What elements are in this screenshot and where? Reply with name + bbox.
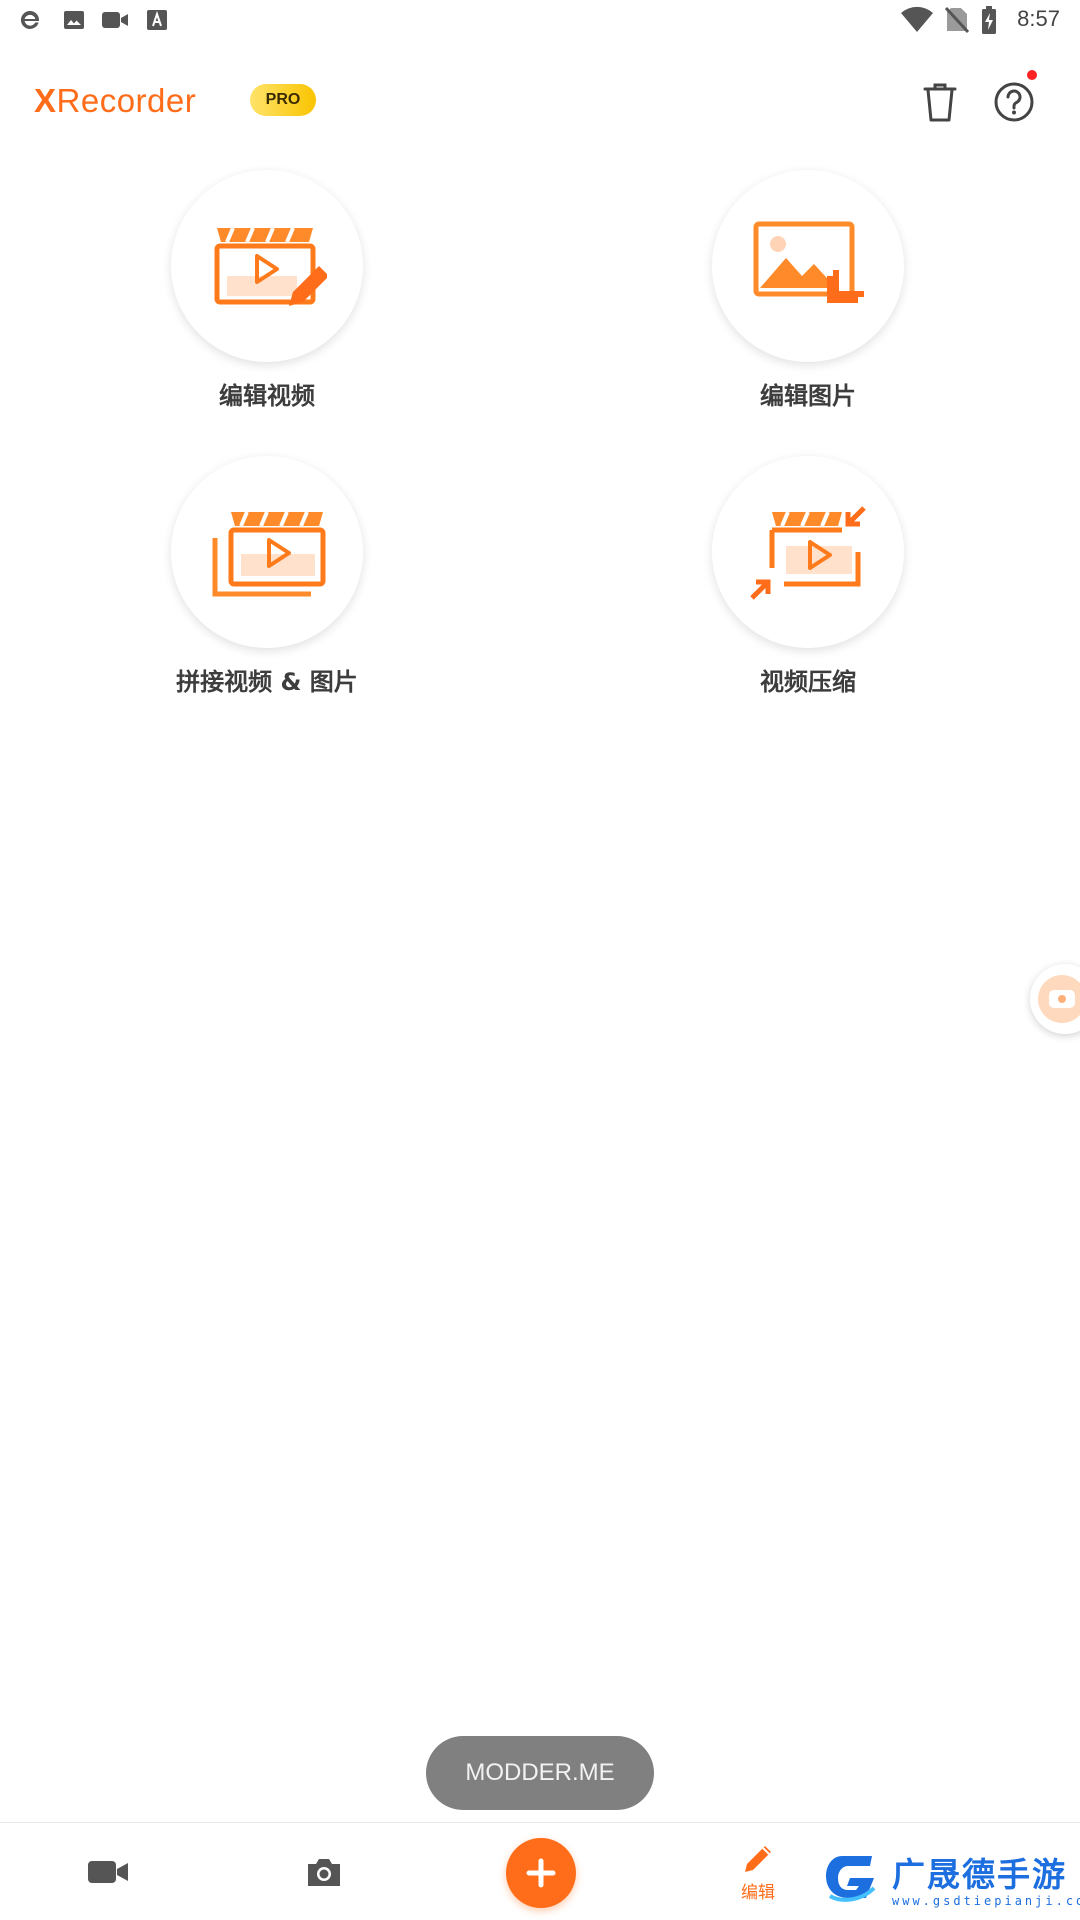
tool-edit-image-label: 编辑图片 bbox=[760, 382, 856, 410]
help-icon bbox=[994, 82, 1034, 122]
watermark: 广晟德手游 www.gsdtiepianji.com bbox=[820, 1846, 1080, 1916]
battery-charging-icon bbox=[982, 6, 996, 34]
edit-icon bbox=[745, 1845, 771, 1872]
trash-icon bbox=[923, 83, 957, 122]
tool-compress-circle[interactable] bbox=[712, 456, 904, 648]
tool-edit-image-circle[interactable] bbox=[712, 170, 904, 362]
video-camera-icon bbox=[102, 12, 128, 28]
compress-video-icon bbox=[750, 506, 866, 600]
watermark-text: 广晟德手游 bbox=[892, 1855, 1067, 1894]
help-button[interactable] bbox=[986, 74, 1042, 130]
nav-add-button[interactable] bbox=[506, 1838, 576, 1908]
merge-video-image-icon bbox=[212, 511, 326, 597]
app-header: XRecorder PRO bbox=[0, 60, 1080, 140]
wifi-icon bbox=[901, 6, 933, 32]
tool-merge-video-image[interactable]: 拼接视频 & 图片 bbox=[117, 456, 417, 697]
toast-message: MODDER.ME bbox=[426, 1736, 654, 1810]
tool-edit-video-label: 编辑视频 bbox=[219, 382, 315, 410]
no-sim-icon bbox=[944, 6, 970, 34]
app-logo-x: X bbox=[34, 82, 57, 119]
tool-compress-video[interactable]: 视频压缩 bbox=[658, 456, 958, 697]
add-icon bbox=[526, 1858, 556, 1888]
edit-image-icon bbox=[753, 221, 864, 303]
tool-merge-circle[interactable] bbox=[171, 456, 363, 648]
edit-video-icon bbox=[214, 227, 327, 306]
camera-icon bbox=[308, 1859, 340, 1886]
notification-dot bbox=[1027, 70, 1037, 80]
trash-button[interactable] bbox=[912, 74, 968, 130]
nav-screenshot[interactable] bbox=[294, 1823, 354, 1920]
tool-edit-video-circle[interactable] bbox=[171, 170, 363, 362]
floating-record-inner bbox=[1038, 975, 1080, 1023]
browser-icon bbox=[20, 10, 40, 29]
text-icon bbox=[147, 10, 167, 30]
image-icon bbox=[64, 11, 84, 29]
status-bar: 8:57 bbox=[0, 0, 1080, 42]
nav-record[interactable] bbox=[78, 1823, 138, 1920]
tool-merge-label: 拼接视频 & 图片 bbox=[176, 668, 358, 696]
floating-record-icon bbox=[1049, 990, 1075, 1008]
nav-edit-label: 编辑 bbox=[741, 1882, 775, 1903]
nav-edit[interactable]: 编辑 bbox=[728, 1823, 788, 1920]
app-logo: XRecorder bbox=[34, 82, 196, 120]
pro-badge[interactable]: PRO bbox=[250, 84, 316, 116]
tool-edit-video[interactable]: 编辑视频 bbox=[117, 170, 417, 411]
status-time: 8:57 bbox=[1017, 6, 1060, 31]
watermark-url: www.gsdtiepianji.com bbox=[892, 1894, 1080, 1908]
tool-edit-image[interactable]: 编辑图片 bbox=[658, 170, 958, 411]
app-logo-text: Recorder bbox=[56, 82, 197, 119]
record-icon bbox=[88, 1861, 128, 1883]
floating-record-button[interactable] bbox=[1030, 964, 1080, 1034]
watermark-logo-icon bbox=[826, 1856, 876, 1902]
tool-compress-label: 视频压缩 bbox=[760, 668, 856, 696]
